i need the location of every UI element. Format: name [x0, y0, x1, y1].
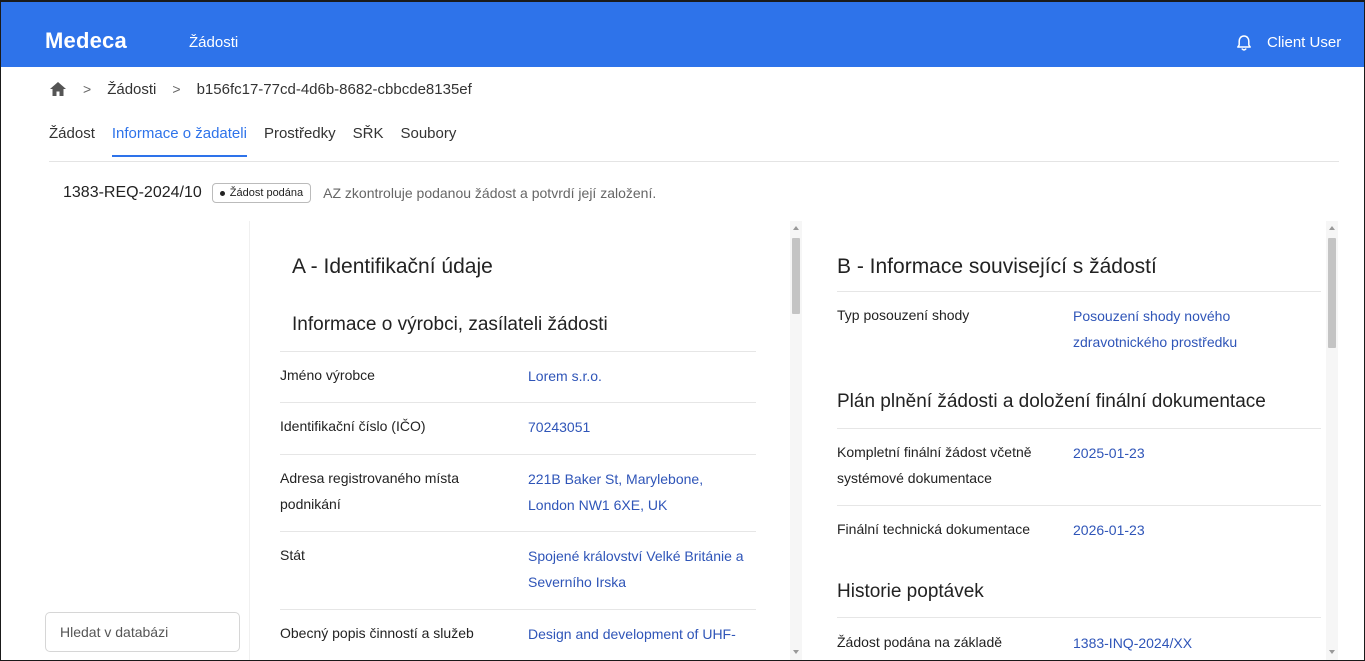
value-assessment-type-l2: zdravotnického prostředku	[1073, 334, 1238, 350]
value-final-request-date: 2025-01-23	[1073, 445, 1145, 461]
scroll-down-arrow-icon[interactable]	[1329, 650, 1335, 654]
home-icon[interactable]	[49, 81, 67, 97]
divider	[837, 291, 1321, 292]
app-window: Medeca Žádosti Client User > Žádosti > b…	[0, 0, 1365, 661]
chevron-right-icon: >	[172, 81, 181, 97]
divider	[280, 531, 756, 532]
label-assessment-type: Typ posouzení shody	[837, 307, 970, 323]
divider	[280, 609, 756, 610]
label-address-l1: Adresa registrovaného místa	[280, 470, 459, 486]
search-input[interactable]	[45, 612, 240, 652]
scroll-up-arrow-icon[interactable]	[1329, 226, 1335, 230]
value-manufacturer-name: Lorem s.r.o.	[528, 368, 602, 384]
status-badge-label: Žádost podána	[229, 187, 304, 199]
label-manufacturer-name: Jméno výrobce	[280, 367, 375, 383]
breadcrumb: > Žádosti > b156fc17-77cd-4d6b-8682-cbbc…	[49, 79, 472, 99]
tab-srk[interactable]: SŘK	[353, 125, 384, 157]
divider	[837, 428, 1321, 429]
nav-item-zadosti[interactable]: Žádosti	[189, 34, 238, 51]
scroll-up-arrow-icon[interactable]	[793, 226, 799, 230]
divider	[280, 454, 756, 455]
tab-bar: Žádost Informace o žadateli Prostředky S…	[49, 125, 473, 157]
status-note: AZ zkontroluje podanou žádost a potvrdí …	[323, 185, 657, 201]
scrollbar-panel-b[interactable]	[1326, 221, 1338, 660]
top-bar: Medeca Žádosti Client User	[1, 1, 1364, 67]
label-final-request-l2: systémové dokumentace	[837, 470, 992, 486]
tabs-divider	[49, 161, 1339, 162]
scrollbar-panel-a[interactable]	[790, 221, 802, 660]
value-technical-docs-date: 2026-01-23	[1073, 522, 1145, 538]
label-state: Stát	[280, 547, 305, 563]
label-ico: Identifikační číslo (IČO)	[280, 418, 426, 434]
divider	[280, 402, 756, 403]
user-menu[interactable]: Client User	[1267, 34, 1341, 51]
breadcrumb-current: b156fc17-77cd-4d6b-8682-cbbcde8135ef	[196, 80, 472, 98]
divider	[837, 617, 1321, 618]
value-address-l1: 221B Baker St, Marylebone,	[528, 471, 704, 487]
breadcrumb-zadosti[interactable]: Žádosti	[107, 81, 156, 98]
history-title: Historie poptávek	[837, 581, 984, 602]
label-final-request-l1: Kompletní finální žádost včetně	[837, 444, 1032, 460]
chevron-right-icon: >	[83, 81, 92, 97]
divider	[280, 351, 756, 352]
label-based-on: Žádost podána na základě	[837, 634, 1003, 650]
section-a-subtitle: Informace o výrobci, zasílateli žádosti	[292, 314, 608, 335]
section-a-title: A - Identifikační údaje	[292, 255, 493, 278]
status-dot-icon	[219, 190, 225, 196]
plan-title: Plán plnění žádosti a doložení finální d…	[837, 391, 1266, 412]
status-badge: Žádost podána	[211, 183, 312, 203]
value-inquiry-id: 1383-INQ-2024/XX	[1073, 635, 1193, 651]
tab-zadost[interactable]: Žádost	[49, 125, 95, 157]
tab-informace-o-zadateli[interactable]: Informace o žadateli	[111, 125, 247, 157]
status-row: 1383-REQ-2024/10 Žádost podána AZ zkontr…	[63, 181, 656, 205]
tab-soubory[interactable]: Soubory	[400, 125, 456, 157]
value-address-l2: London NW1 6XE, UK	[528, 497, 668, 513]
value-assessment-type-l1: Posouzení shody nového	[1073, 308, 1231, 324]
value-state-l2: Severního Irska	[528, 574, 627, 590]
scrollbar-thumb[interactable]	[792, 238, 800, 314]
request-id: 1383-REQ-2024/10	[63, 184, 202, 201]
label-activities: Obecný popis činností a služeb	[280, 625, 474, 641]
scroll-down-arrow-icon[interactable]	[793, 650, 799, 654]
panel-identification: A - Identifikační údaje Informace o výro…	[250, 221, 806, 660]
label-address-l2: podnikání	[280, 496, 341, 512]
value-activities: Design and development of UHF-	[528, 626, 736, 642]
value-state-l1: Spojené království Velké Británie a	[528, 548, 744, 564]
tab-prostredky[interactable]: Prostředky	[264, 125, 336, 157]
bell-icon[interactable]	[1235, 34, 1253, 52]
section-b-title: B - Informace související s žádostí	[837, 255, 1157, 278]
panel-request-info: B - Informace související s žádostí Typ …	[811, 221, 1341, 660]
value-ico: 70243051	[528, 419, 591, 435]
divider	[837, 505, 1321, 506]
brand-logo[interactable]: Medeca	[45, 28, 127, 54]
scrollbar-thumb[interactable]	[1328, 238, 1336, 348]
label-technical-docs: Finální technická dokumentace	[837, 521, 1030, 537]
